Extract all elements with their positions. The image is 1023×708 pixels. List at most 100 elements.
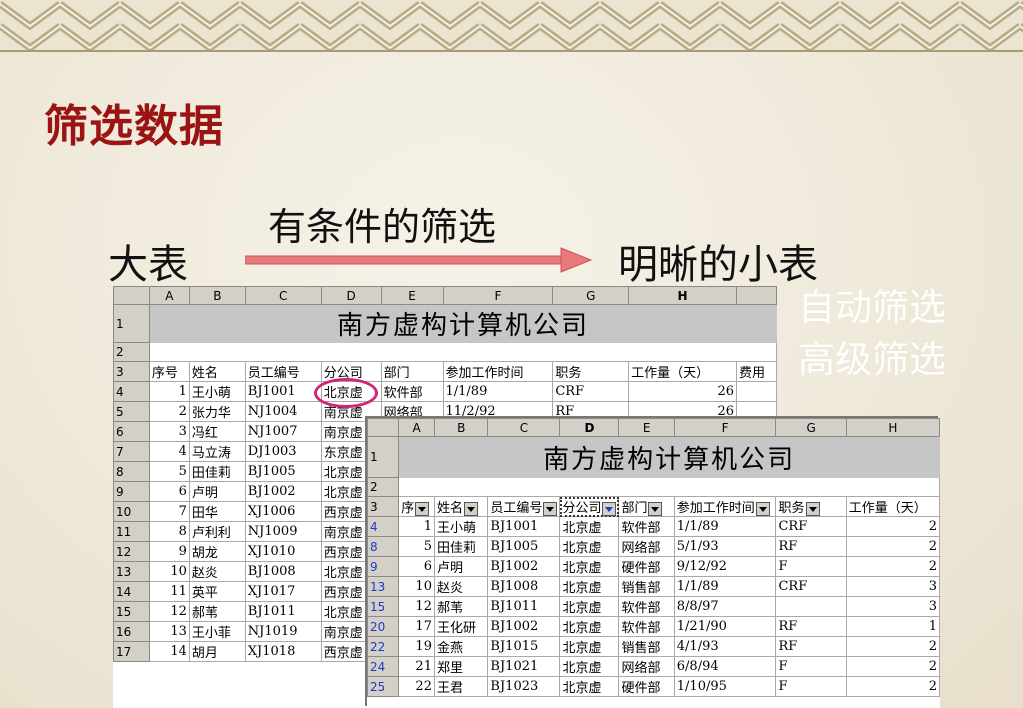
col-header[interactable]: G <box>775 418 847 437</box>
table-cell[interactable]: 14 <box>148 641 190 662</box>
row-header[interactable]: 5 <box>113 401 150 422</box>
row-header[interactable]: 17 <box>113 641 150 662</box>
table-cell[interactable]: 北京虚 <box>559 636 620 657</box>
table-cell[interactable]: 6 <box>148 481 190 502</box>
table-cell[interactable]: 北京虚 <box>559 596 620 617</box>
table-cell[interactable]: 3 <box>148 421 190 442</box>
table-cell[interactable]: 北京虚 <box>559 556 620 577</box>
table-cell[interactable]: RF <box>775 616 847 637</box>
table-cell[interactable]: F <box>775 556 847 577</box>
corner-cell[interactable] <box>366 418 400 437</box>
col-header[interactable]: F <box>442 286 554 305</box>
table-cell[interactable]: 田佳莉 <box>433 536 489 557</box>
sheet-title[interactable]: 南方虚构计算机公司 <box>398 436 940 478</box>
table-cell[interactable]: 21 <box>398 656 435 677</box>
row-header[interactable]: 15 <box>366 596 400 617</box>
table-cell[interactable]: 12 <box>398 596 435 617</box>
header-cell[interactable]: 参加工作时间 <box>442 361 554 382</box>
col-header[interactable]: A <box>398 418 435 437</box>
table-cell[interactable]: CRF <box>775 516 847 537</box>
table-cell[interactable]: 网络部 <box>618 656 675 677</box>
menu-item-autofilter[interactable]: 自动筛选 <box>798 282 946 334</box>
table-cell[interactable]: 19 <box>398 636 435 657</box>
table-cell[interactable]: 胡龙 <box>188 541 246 562</box>
row-header[interactable]: 11 <box>113 521 150 542</box>
row-header[interactable]: 15 <box>113 601 150 622</box>
table-cell[interactable]: DJ1003 <box>244 441 322 462</box>
table-cell[interactable]: BJ1011 <box>487 596 561 617</box>
table-cell[interactable]: 赵炎 <box>433 576 489 597</box>
table-cell[interactable]: 马立涛 <box>188 441 246 462</box>
table-cell[interactable]: CRF <box>775 576 847 597</box>
col-header[interactable]: D <box>320 286 382 305</box>
filter-dropdown-icon[interactable] <box>463 501 478 516</box>
row-header[interactable]: 8 <box>366 536 400 557</box>
row-header[interactable]: 2 <box>113 342 150 362</box>
table-cell[interactable]: 郑里 <box>433 656 489 677</box>
col-header[interactable]: F <box>673 418 777 437</box>
table-cell[interactable]: NJ1019 <box>244 621 322 642</box>
table-cell[interactable]: 12 <box>148 601 190 622</box>
header-cell[interactable]: 姓名 <box>433 496 489 517</box>
col-header[interactable]: A <box>148 286 190 305</box>
row-header[interactable]: 4 <box>366 516 400 537</box>
table-cell[interactable]: 2 <box>845 676 941 697</box>
table-cell[interactable]: 5/1/93 <box>673 536 777 557</box>
table-cell[interactable]: 硬件部 <box>618 676 675 697</box>
table-cell[interactable]: 22 <box>398 676 435 697</box>
header-cell[interactable]: 职务 <box>552 361 630 382</box>
col-header[interactable]: B <box>433 418 489 437</box>
table-cell[interactable]: 北京虚 <box>559 676 620 697</box>
table-cell[interactable]: F <box>775 656 847 677</box>
col-header[interactable]: C <box>244 286 322 305</box>
row-header[interactable]: 4 <box>113 381 150 402</box>
table-cell[interactable]: 2 <box>845 536 941 557</box>
table-cell[interactable]: 4 <box>148 441 190 462</box>
header-cell[interactable]: 职务 <box>775 496 847 517</box>
table-cell[interactable]: NJ1004 <box>244 401 322 422</box>
table-cell[interactable]: BJ1001 <box>244 381 322 402</box>
table-cell[interactable]: 3 <box>845 596 941 617</box>
table-cell[interactable]: 王小萌 <box>188 381 246 402</box>
table-cell[interactable]: 17 <box>398 616 435 637</box>
table-cell[interactable]: RF <box>775 536 847 557</box>
col-header[interactable]: E <box>618 418 675 437</box>
table-cell[interactable]: 2 <box>148 401 190 422</box>
table-cell[interactable]: XJ1010 <box>244 541 322 562</box>
corner-cell[interactable] <box>113 286 150 305</box>
table-cell[interactable]: BJ1005 <box>244 461 322 482</box>
header-cell[interactable]: 分公司 <box>320 361 382 382</box>
table-cell[interactable]: 4/1/93 <box>673 636 777 657</box>
table-cell[interactable]: 2 <box>845 636 941 657</box>
table-cell[interactable]: 9 <box>148 541 190 562</box>
row-header[interactable]: 10 <box>113 501 150 522</box>
table-cell[interactable] <box>775 596 847 617</box>
row-header[interactable]: 3 <box>113 361 150 382</box>
header-cell[interactable]: 序 <box>398 496 435 517</box>
filter-dropdown-icon[interactable] <box>805 501 820 516</box>
header-cell[interactable]: 工作量（天） <box>628 361 737 382</box>
header-cell[interactable]: 员工编号 <box>244 361 322 382</box>
table-cell[interactable]: 1 <box>148 381 190 402</box>
col-header[interactable] <box>735 286 778 305</box>
menu-item-advanced-filter[interactable]: 高级筛选 <box>798 334 946 386</box>
table-cell[interactable]: 卢利利 <box>188 521 246 542</box>
empty-row[interactable] <box>148 342 778 362</box>
filter-dropdown-icon[interactable] <box>543 501 558 516</box>
header-cell[interactable]: 部门 <box>380 361 444 382</box>
table-cell[interactable]: 1/1/89 <box>442 381 554 402</box>
table-cell[interactable]: BJ1021 <box>487 656 561 677</box>
table-cell[interactable]: 王化研 <box>433 616 489 637</box>
table-cell[interactable]: 郝苇 <box>188 601 246 622</box>
table-cell[interactable]: 7 <box>148 501 190 522</box>
table-cell[interactable]: BJ1002 <box>487 556 561 577</box>
header-cell[interactable]: 员工编号 <box>487 496 561 517</box>
table-cell[interactable]: 北京虚 <box>320 381 382 402</box>
table-cell[interactable]: 11 <box>148 581 190 602</box>
table-cell[interactable]: 北京虚 <box>559 576 620 597</box>
table-cell[interactable]: 王小菲 <box>188 621 246 642</box>
table-cell[interactable]: BJ1002 <box>244 481 322 502</box>
row-header[interactable]: 6 <box>113 421 150 442</box>
table-cell[interactable]: BJ1011 <box>244 601 322 622</box>
row-header[interactable]: 13 <box>113 561 150 582</box>
